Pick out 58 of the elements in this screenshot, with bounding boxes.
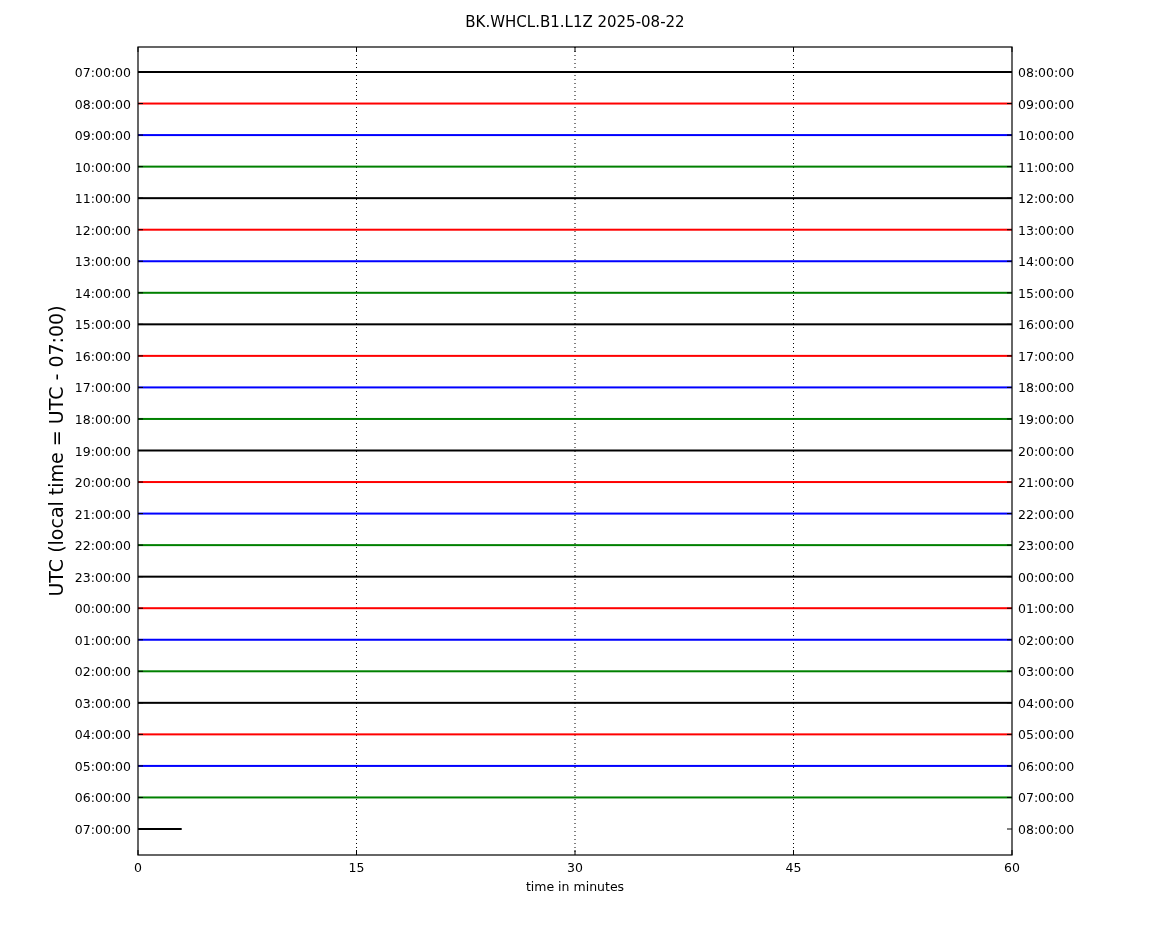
end-time-label: 23:00:00 [1018,538,1075,554]
end-time-label: 08:00:00 [1018,65,1075,80]
end-time-label: 14:00:00 [1018,254,1075,270]
end-time-label: 10:00:00 [1018,128,1075,144]
x-tick-label: 15 [348,860,365,875]
end-time-label: 17:00:00 [1018,348,1075,364]
start-time-label: 04:00:00 [74,727,131,743]
end-time-label: 07:00:00 [1018,790,1075,806]
end-time-label: 22:00:00 [1018,506,1075,522]
start-time-label: 01:00:00 [74,632,131,648]
start-time-label: 15:00:00 [74,317,131,333]
end-time-label: 05:00:00 [1018,727,1075,743]
start-time-label: 06:00:00 [74,790,131,806]
start-time-label: 20:00:00 [74,475,131,491]
start-time-label: 07:00:00 [74,65,131,80]
start-time-label: 03:00:00 [74,695,131,711]
chart-title: BK.WHCL.B1.L1Z 2025-08-22 [465,13,685,31]
start-time-label: 10:00:00 [74,159,131,175]
end-time-label: 01:00:00 [1018,601,1075,617]
start-time-label: 12:00:00 [74,222,131,238]
end-time-label: 08:00:00 [1018,822,1075,837]
x-tick-label: 60 [1004,860,1020,875]
end-time-label: 15:00:00 [1018,285,1075,301]
end-time-label: 21:00:00 [1018,475,1075,491]
start-time-label: 09:00:00 [74,128,131,144]
end-time-label: 11:00:00 [1018,159,1075,175]
start-time-label: 02:00:00 [74,664,131,680]
x-tick-label: 45 [785,860,802,875]
end-time-label: 20:00:00 [1018,443,1075,459]
start-time-label: 21:00:00 [74,506,131,522]
end-time-label: 16:00:00 [1018,317,1075,333]
end-time-label: 02:00:00 [1018,632,1075,648]
start-time-label: 00:00:00 [74,601,131,617]
start-time-label: 11:00:00 [74,191,131,207]
y-axis-label: UTC (local time = UTC - 07:00) [45,305,67,597]
end-time-label: 09:00:00 [1018,96,1075,112]
end-time-label: 13:00:00 [1018,222,1075,238]
start-time-label: 22:00:00 [74,538,131,554]
start-time-label: 17:00:00 [74,380,131,396]
start-time-label: 08:00:00 [74,96,131,112]
x-tick-label: 0 [134,860,142,875]
start-time-label: 16:00:00 [74,348,131,364]
end-time-label: 00:00:00 [1018,569,1075,585]
start-time-label: 13:00:00 [74,254,131,270]
start-time-label: 05:00:00 [74,758,131,774]
end-time-label: 03:00:00 [1018,664,1075,680]
x-axis-label: time in minutes [525,879,625,894]
end-time-label: 18:00:00 [1018,380,1075,396]
x-tick-label: 30 [567,860,583,875]
end-time-label: 04:00:00 [1018,695,1075,711]
start-time-label: 23:00:00 [74,569,131,585]
start-time-label: 07:00:00 [74,822,131,837]
end-time-label: 19:00:00 [1018,411,1075,427]
start-time-label: 19:00:00 [74,443,131,459]
end-time-label: 06:00:00 [1018,758,1075,774]
end-time-label: 12:00:00 [1018,191,1075,207]
start-time-label: 18:00:00 [74,411,131,427]
start-time-label: 14:00:00 [74,285,131,301]
